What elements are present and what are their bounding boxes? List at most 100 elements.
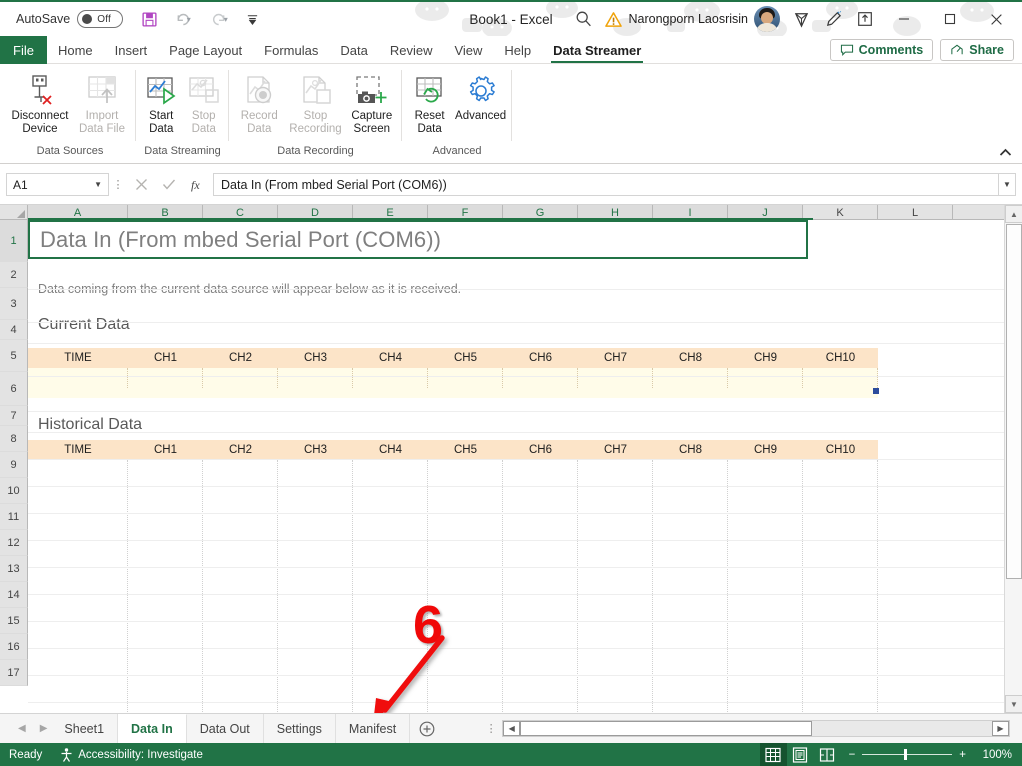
row-header-10[interactable]: 10 xyxy=(0,478,28,504)
sheet-tab-manifest[interactable]: Manifest xyxy=(335,714,411,743)
close-button[interactable] xyxy=(974,3,1018,35)
row-header-2[interactable]: 2 xyxy=(0,262,28,288)
stop-recording-button[interactable]: Stop Recording xyxy=(285,67,345,136)
historical-data-column-ch2[interactable]: CH2 xyxy=(203,440,278,460)
historical-data-column-ch4[interactable]: CH4 xyxy=(353,440,428,460)
zoom-slider-knob[interactable] xyxy=(904,749,908,760)
redo-dropdown-caret[interactable]: ▾ xyxy=(224,15,228,24)
share-button[interactable]: Share xyxy=(940,38,1014,61)
current-data-cell[interactable] xyxy=(128,368,203,388)
autosave-control[interactable]: AutoSave Off xyxy=(16,10,124,28)
current-data-column-ch8[interactable]: CH8 xyxy=(653,348,728,368)
select-all-button[interactable] xyxy=(0,205,28,220)
row-header-5[interactable]: 5 xyxy=(0,340,28,372)
row-header-16[interactable]: 16 xyxy=(0,634,28,660)
cell-a1[interactable]: Data In (From mbed Serial Port (COM6)) xyxy=(28,220,808,259)
collapse-ribbon-button[interactable] xyxy=(996,143,1014,161)
tab-data[interactable]: Data xyxy=(329,36,378,64)
disconnect-device-button[interactable]: Disconnect Device xyxy=(8,67,72,136)
row-header-3[interactable]: 3 xyxy=(0,288,28,320)
scroll-left-button[interactable]: ◀ xyxy=(503,721,521,736)
tab-insert[interactable]: Insert xyxy=(104,36,159,64)
historical-data-column-ch5[interactable]: CH5 xyxy=(428,440,503,460)
previous-sheet-icon[interactable]: ◀ xyxy=(18,723,26,734)
row-header-15[interactable]: 15 xyxy=(0,608,28,634)
current-data-cell[interactable] xyxy=(278,368,353,388)
maximize-button[interactable] xyxy=(928,3,972,35)
current-data-column-ch2[interactable]: CH2 xyxy=(203,348,278,368)
name-box-caret-icon[interactable]: ▼ xyxy=(94,180,102,189)
historical-data-column-ch8[interactable]: CH8 xyxy=(653,440,728,460)
row-header-9[interactable]: 9 xyxy=(0,452,28,478)
current-data-column-ch5[interactable]: CH5 xyxy=(428,348,503,368)
row-header-8[interactable]: 8 xyxy=(0,426,28,452)
historical-data-column-ch7[interactable]: CH7 xyxy=(578,440,653,460)
tab-formulas[interactable]: Formulas xyxy=(253,36,329,64)
current-data-column-ch9[interactable]: CH9 xyxy=(728,348,803,368)
page-break-preview-button[interactable] xyxy=(814,743,841,766)
column-header-k[interactable]: K xyxy=(803,205,878,220)
search-button[interactable] xyxy=(569,4,599,34)
accessibility-status[interactable]: Accessibility: Investigate xyxy=(51,747,212,762)
import-data-file-button[interactable]: Import Data File xyxy=(72,67,132,136)
current-data-cell[interactable] xyxy=(578,368,653,388)
save-button[interactable] xyxy=(136,6,162,32)
row-header-6[interactable]: 6 xyxy=(0,372,28,406)
comments-button[interactable]: Comments xyxy=(829,38,934,61)
undo-button[interactable]: ▾ xyxy=(165,6,199,32)
vertical-scroll-thumb[interactable] xyxy=(1006,224,1022,579)
autosave-toggle[interactable]: Off xyxy=(77,10,124,28)
redo-button[interactable]: ▾ xyxy=(202,6,236,32)
tab-help[interactable]: Help xyxy=(493,36,542,64)
historical-data-column-ch6[interactable]: CH6 xyxy=(503,440,578,460)
horizontal-scroll-thumb[interactable] xyxy=(520,721,813,736)
current-data-cell[interactable] xyxy=(353,368,428,388)
current-data-column-ch1[interactable]: CH1 xyxy=(128,348,203,368)
sheet-tab-settings[interactable]: Settings xyxy=(263,714,336,743)
historical-data-column-ch3[interactable]: CH3 xyxy=(278,440,353,460)
ribbon-display-options-button[interactable] xyxy=(850,4,880,34)
insert-function-button[interactable]: fx xyxy=(183,173,211,196)
zoom-in-button[interactable]: + xyxy=(959,749,966,761)
row-header-7[interactable]: 7 xyxy=(0,406,28,426)
horizontal-scroll-track[interactable]: ◀ ▶ xyxy=(502,720,1010,737)
tab-file[interactable]: File xyxy=(0,36,47,64)
horizontal-scrollbar[interactable]: ◀ ▶ xyxy=(502,714,1022,743)
current-data-column-ch6[interactable]: CH6 xyxy=(503,348,578,368)
current-data-column-time[interactable]: TIME xyxy=(28,348,128,368)
row-header-11[interactable]: 11 xyxy=(0,504,28,530)
scroll-right-button[interactable]: ▶ xyxy=(992,721,1009,736)
confirm-entry-button[interactable] xyxy=(155,173,183,196)
advanced-button[interactable]: Advanced xyxy=(453,67,508,123)
undo-dropdown-caret[interactable]: ▾ xyxy=(187,15,191,24)
current-data-cell[interactable] xyxy=(428,368,503,388)
premium-button[interactable] xyxy=(786,4,816,34)
record-data-button[interactable]: Record Data xyxy=(233,67,285,136)
avatar[interactable] xyxy=(754,6,780,32)
zoom-level-label[interactable]: 100% xyxy=(974,749,1012,761)
formula-input[interactable]: Data In (From mbed Serial Port (COM6)) xyxy=(213,173,998,196)
sheet-tab-sheet1[interactable]: Sheet1 xyxy=(51,714,119,743)
row-header-14[interactable]: 14 xyxy=(0,582,28,608)
page-layout-view-button[interactable] xyxy=(787,743,814,766)
current-data-cell[interactable] xyxy=(728,368,803,388)
row-header-17[interactable]: 17 xyxy=(0,660,28,686)
current-data-cell[interactable] xyxy=(503,368,578,388)
column-header-l[interactable]: L xyxy=(878,205,953,220)
expand-formula-bar-button[interactable]: ▼ xyxy=(998,173,1016,196)
current-data-cell[interactable] xyxy=(28,368,128,388)
normal-view-button[interactable] xyxy=(759,743,787,766)
tab-home[interactable]: Home xyxy=(47,36,104,64)
scroll-up-button[interactable]: ▲ xyxy=(1005,205,1022,223)
historical-data-column-ch10[interactable]: CH10 xyxy=(803,440,878,460)
current-data-column-ch7[interactable]: CH7 xyxy=(578,348,653,368)
sheet-bar-splitter[interactable]: ⋮ xyxy=(480,714,502,743)
historical-data-column-time[interactable]: TIME xyxy=(28,440,128,460)
scroll-down-button[interactable]: ▼ xyxy=(1005,695,1022,713)
add-sheet-button[interactable] xyxy=(410,714,444,743)
current-data-column-ch10[interactable]: CH10 xyxy=(803,348,878,368)
row-header-1[interactable]: 1 xyxy=(0,220,28,262)
vertical-scrollbar[interactable]: ▲ ▼ xyxy=(1004,205,1022,713)
cancel-entry-button[interactable] xyxy=(127,173,155,196)
tab-page-layout[interactable]: Page Layout xyxy=(158,36,253,64)
